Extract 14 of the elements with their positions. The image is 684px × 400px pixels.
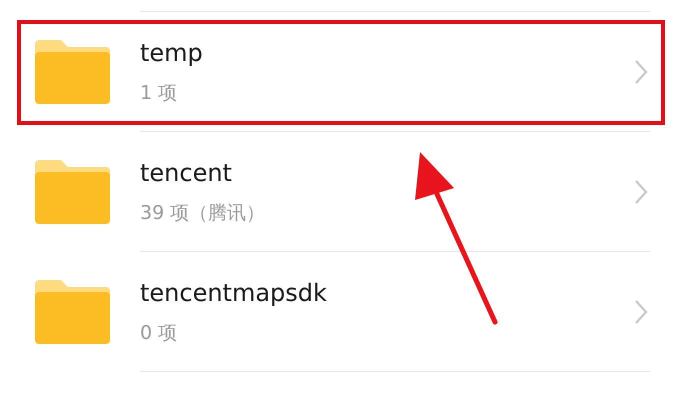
- item-count: 0 项: [140, 320, 178, 344]
- folder-icon: [35, 40, 110, 104]
- folder-icon: [35, 160, 110, 224]
- chevron-right-icon: [634, 298, 648, 324]
- item-count: 39 项（腾讯）: [140, 200, 266, 224]
- item-count: 1 项: [140, 80, 178, 104]
- folder-name: temp: [140, 38, 203, 66]
- chevron-right-icon: [634, 58, 648, 84]
- folder-name: tencent: [140, 158, 232, 186]
- chevron-right-icon: [634, 178, 648, 204]
- folder-row[interactable]: tencentmapsdk 0 项: [0, 252, 684, 372]
- folder-icon: [35, 280, 110, 344]
- folder-row[interactable]: temp 1 项: [0, 12, 684, 132]
- folder-name: tencentmapsdk: [140, 278, 327, 306]
